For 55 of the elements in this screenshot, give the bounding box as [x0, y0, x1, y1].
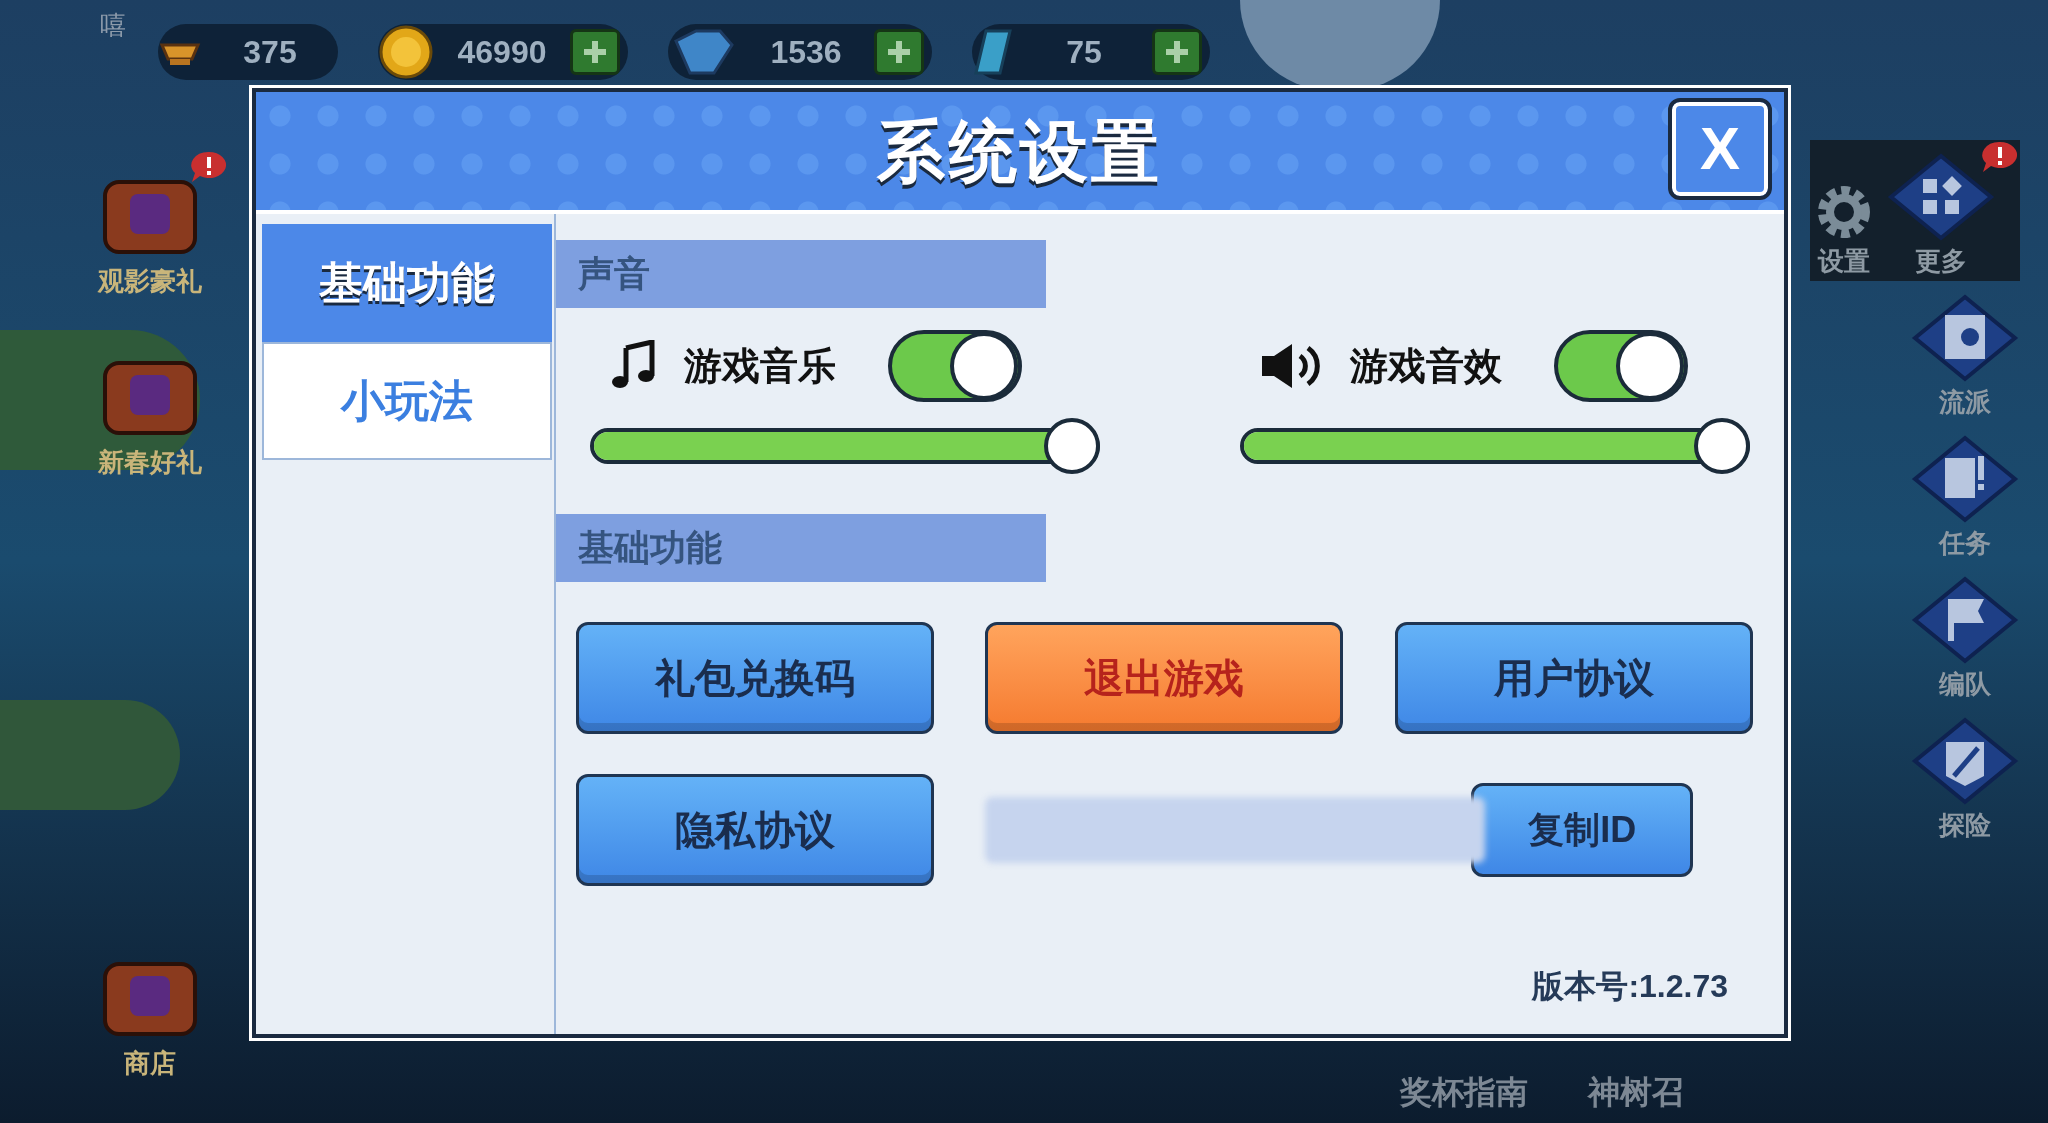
volume-slider[interactable] — [1240, 418, 1750, 474]
channel-label: 游戏音效 — [1350, 343, 1503, 389]
menu-button[interactable]: 用户协议 — [1394, 622, 1753, 734]
side-menu-item[interactable]: 流派 — [1910, 293, 2020, 422]
menu-label: 流派 — [1939, 386, 1991, 419]
side-menu-item[interactable]: 任务 — [1910, 434, 2020, 563]
side-menu-item[interactable]: 观影豪礼 — [71, 150, 229, 301]
side-menu-item[interactable]: 设置 — [1810, 182, 1878, 281]
section-header: 声音 — [556, 240, 1046, 308]
menu-button[interactable]: 退出游戏 — [985, 622, 1344, 734]
coin-icon — [378, 24, 434, 80]
side-menu-item[interactable]: 编队 — [1910, 575, 2020, 704]
currency-amount: 75 — [1065, 33, 1103, 72]
add-button[interactable] — [570, 29, 620, 75]
side-menu-item[interactable]: 新春好礼 — [71, 331, 229, 482]
side-menu-item[interactable]: 商店 — [71, 932, 229, 1083]
add-button[interactable] — [874, 29, 924, 75]
close-button[interactable]: X — [1668, 98, 1772, 200]
menu-button[interactable]: 礼包兑换码 — [576, 622, 934, 734]
menu-button[interactable]: 隐私协议 — [576, 774, 934, 886]
sword-icon — [1910, 716, 2020, 806]
menu-label: 观影豪礼 — [98, 265, 202, 298]
menu-label: 编队 — [1939, 668, 1991, 701]
menu-label: 商店 — [124, 1047, 176, 1080]
menu-label: 任务 — [1939, 527, 1991, 560]
grid-icon — [1886, 152, 1996, 242]
side-menu-item[interactable]: 探险 — [1910, 716, 2020, 845]
menu-label: 新春好礼 — [98, 446, 202, 479]
menu-label: 设置 — [1818, 245, 1870, 278]
currency-amount: 1536 — [769, 33, 843, 72]
slider-thumb[interactable] — [1694, 418, 1750, 474]
copy-id-button[interactable]: 复制ID — [1471, 783, 1694, 877]
plus-icon — [886, 39, 912, 65]
plus-icon — [582, 39, 608, 65]
bottom-menu-item[interactable]: 神树召 — [1588, 1068, 1684, 1116]
book-icon — [1910, 293, 2020, 383]
menu-label: 更多 — [1915, 245, 1967, 278]
player-name: 嘻 — [100, 9, 126, 42]
version-label: 版本号:1.2.73 — [1532, 967, 1728, 1006]
bottom-menu-item[interactable]: 奖杯指南 — [1400, 1068, 1528, 1116]
side-menu-item[interactable]: 更多 — [1886, 140, 2020, 281]
section-header: 基础功能 — [556, 514, 1046, 582]
sidebar-tab[interactable]: 基础功能 — [262, 224, 552, 342]
currency-amount: 46990 — [456, 33, 548, 72]
flag-icon — [1910, 575, 2020, 665]
plus-icon — [1164, 39, 1190, 65]
scroll-icon — [1910, 434, 2020, 524]
add-button[interactable] — [1152, 29, 1202, 75]
slider-thumb[interactable] — [1044, 418, 1100, 474]
channel-label: 游戏音乐 — [684, 343, 837, 389]
currency-amount: 375 — [242, 33, 298, 72]
sidebar-tab[interactable]: 小玩法 — [262, 342, 552, 460]
volume-slider[interactable] — [590, 418, 1100, 474]
menu-label: 探险 — [1939, 809, 1991, 842]
dialog-title: 系统设置 — [877, 112, 1163, 191]
